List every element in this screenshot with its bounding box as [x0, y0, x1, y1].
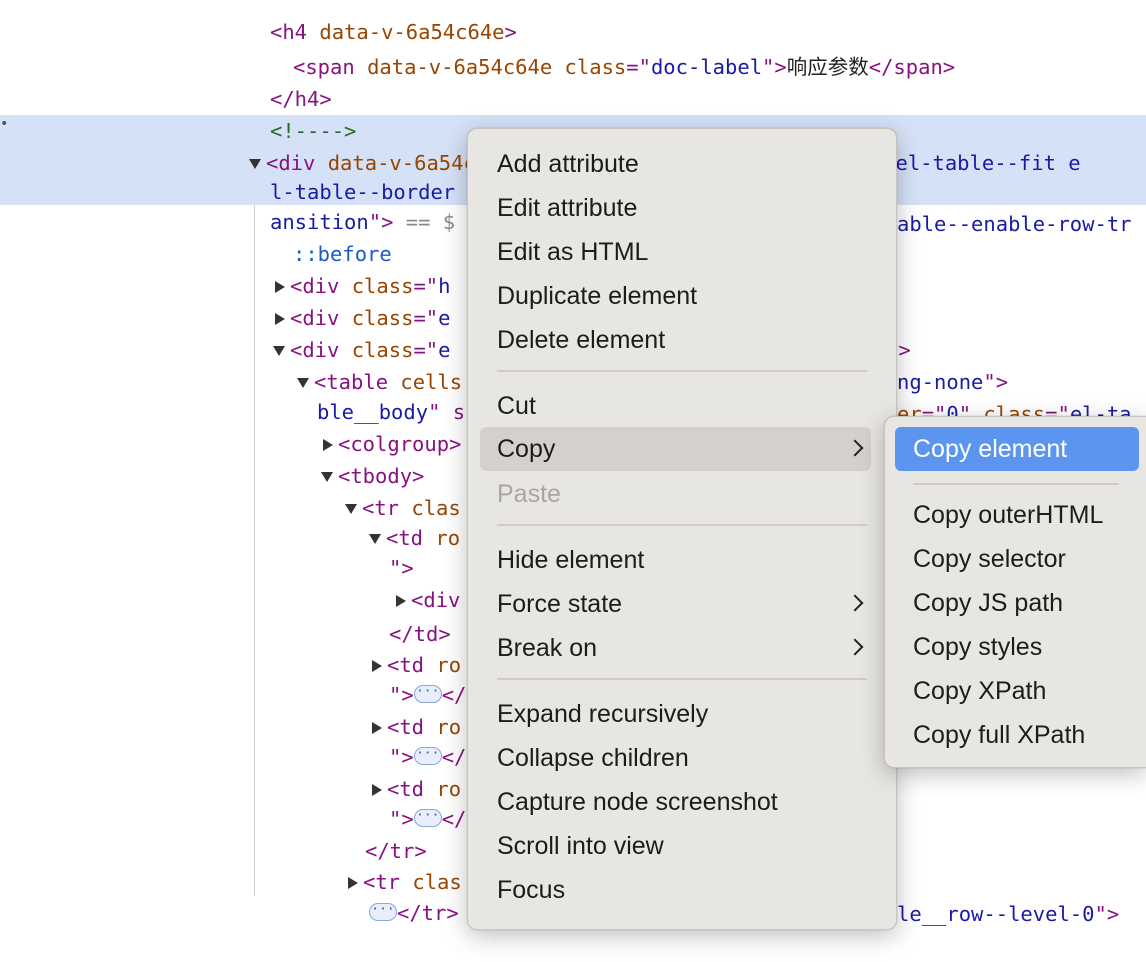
menu-item-hide-element[interactable]: Hide element	[480, 538, 871, 582]
menu-item-scroll-into-view[interactable]: Scroll into view	[480, 824, 871, 868]
menu-item-expand-recursively[interactable]: Expand recursively	[480, 692, 871, 736]
menu-item-paste: Paste	[497, 480, 561, 508]
menu-item-add-attribute[interactable]: Add attribute	[480, 142, 871, 186]
menu-item-capture-node-screenshot[interactable]: Capture node screenshot	[480, 780, 871, 824]
menu-item-edit-attribute[interactable]: Edit attribute	[480, 186, 871, 230]
menu-item-cut[interactable]: Cut	[480, 384, 871, 428]
menu-item-force-state-label: Force state	[497, 590, 623, 618]
menu-item-copy[interactable]: Copy	[480, 427, 871, 471]
dom-node-span[interactable]: <span data-v-6a54c64e class="doc-label">…	[0, 19, 1146, 79]
menu-item-break-on[interactable]: Break on	[480, 626, 871, 670]
submenu-item-copy-js-path[interactable]: Copy JS path	[895, 581, 1139, 625]
submenu-item-copy-xpath[interactable]: Copy XPath	[895, 669, 1139, 713]
chevron-right-icon	[846, 594, 864, 612]
submenu-item-copy-element[interactable]: Copy element	[895, 427, 1139, 471]
menu-item-copy-label: Copy	[497, 435, 556, 463]
dom-node-comment[interactable]: <!---->	[0, 83, 1146, 143]
menu-separator	[497, 370, 867, 372]
submenu-item-copy-full-xpath[interactable]: Copy full XPath	[895, 713, 1139, 757]
menu-item-edit-as-html[interactable]: Edit as HTML	[480, 230, 871, 274]
menu-separator	[913, 483, 1119, 485]
menu-separator	[497, 524, 867, 526]
dom-node-h4[interactable]: <h4 data-v-6a54c64e>	[0, 0, 1146, 44]
submenu-item-copy-styles[interactable]: Copy styles	[895, 625, 1139, 669]
menu-item-delete-element[interactable]: Delete element	[480, 318, 871, 362]
submenu-item-copy-selector[interactable]: Copy selector	[895, 537, 1139, 581]
copy-submenu: Copy element Copy outerHTML Copy selecto…	[884, 416, 1146, 768]
ellipsis-icon[interactable]: ···	[369, 903, 397, 921]
chevron-right-icon	[846, 439, 864, 457]
menu-separator	[497, 678, 867, 680]
submenu-item-copy-outerhtml[interactable]: Copy outerHTML	[895, 493, 1139, 537]
menu-item-focus[interactable]: Focus	[480, 868, 871, 912]
dom-node-h4-close[interactable]: </h4>	[0, 51, 1146, 111]
chevron-right-icon	[846, 638, 864, 656]
menu-item-collapse-children[interactable]: Collapse children	[480, 736, 871, 780]
menu-item-force-state[interactable]: Force state	[480, 582, 871, 626]
menu-item-duplicate-element[interactable]: Duplicate element	[480, 274, 871, 318]
menu-item-break-on-label: Break on	[497, 634, 598, 662]
context-menu: Add attribute Edit attribute Edit as HTM…	[467, 128, 897, 930]
